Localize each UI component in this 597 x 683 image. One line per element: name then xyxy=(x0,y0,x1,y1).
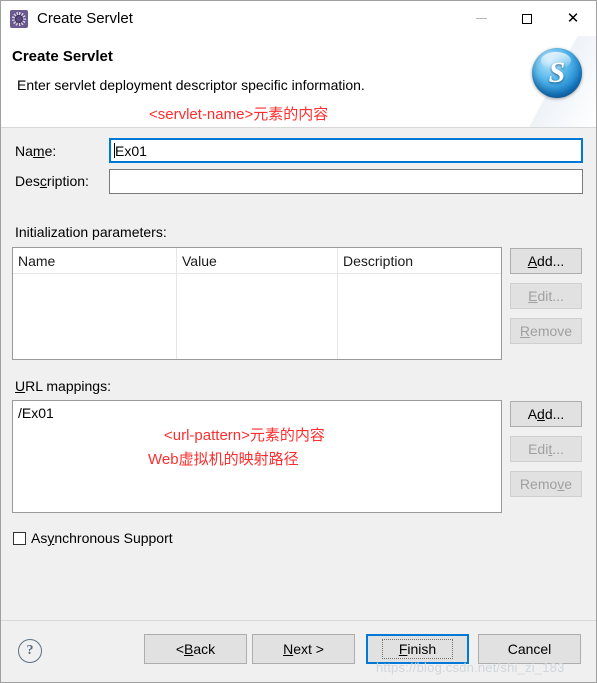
list-item[interactable]: /Ex01 xyxy=(13,401,501,421)
watermark: https://blog.csdn.net/shi_zi_183 xyxy=(376,660,565,675)
init-params-table-header: Name Value Description xyxy=(13,248,501,274)
init-params-table[interactable]: Name Value Description xyxy=(12,247,502,360)
init-params-add-button[interactable]: Add... xyxy=(510,248,582,274)
dialog-header: Create Servlet Enter servlet deployment … xyxy=(1,36,596,128)
url-mappings-add-button[interactable]: Ad d... xyxy=(510,401,582,427)
next-button[interactable]: Next > xyxy=(252,634,355,664)
finish-button-inner: Finish xyxy=(381,639,454,659)
async-support-checkbox-row[interactable]: Asynchronous Support xyxy=(13,530,173,546)
window-title: Create Servlet xyxy=(37,10,133,27)
create-servlet-dialog: Create Servlet ✕ Create Servlet Enter se… xyxy=(0,0,597,683)
window-controls: ✕ xyxy=(458,1,596,36)
column-header-description[interactable]: Description xyxy=(338,248,501,273)
minimize-button[interactable] xyxy=(458,1,504,36)
init-params-table-body xyxy=(13,274,501,359)
close-icon: ✕ xyxy=(566,9,580,27)
init-params-edit-button[interactable]: Edit... xyxy=(510,283,582,309)
async-support-checkbox[interactable] xyxy=(13,531,26,545)
minimize-icon xyxy=(475,18,487,19)
column-header-value[interactable]: Value xyxy=(177,248,337,273)
annotation-url-pattern: <url-pattern>元素的内容 xyxy=(164,427,325,444)
column-header-name[interactable]: Name xyxy=(13,248,176,273)
page-description: Enter servlet deployment descriptor spec… xyxy=(17,77,365,93)
async-support-label: Asynchronous Support xyxy=(31,530,173,546)
servlet-name-value: Ex01 xyxy=(115,142,147,159)
dialog-footer: ? < Back Next > Finish Cancel https://bl… xyxy=(1,620,596,682)
url-mappings-label: URL mappings: xyxy=(15,378,111,394)
init-params-remove-button[interactable]: Remove xyxy=(510,318,582,344)
page-title: Create Servlet xyxy=(12,48,113,65)
maximize-button[interactable] xyxy=(504,1,550,36)
help-icon[interactable]: ? xyxy=(18,639,42,663)
init-params-label: Initialization parameters: xyxy=(15,224,167,240)
url-mappings-edit-button[interactable]: Edi t... xyxy=(510,436,582,462)
table-column-description xyxy=(338,274,501,359)
gear-icon xyxy=(10,9,28,28)
close-button[interactable]: ✕ xyxy=(550,1,596,36)
name-label: Name: xyxy=(15,143,57,159)
servlet-logo-icon: S xyxy=(532,48,582,98)
logo-letter: S xyxy=(548,56,566,89)
url-mappings-remove-button[interactable]: Remo v e xyxy=(510,471,582,497)
maximize-icon xyxy=(522,13,532,24)
annotation-servlet-name: <servlet-name>元素的内容 xyxy=(149,106,329,123)
servlet-description-input[interactable] xyxy=(109,169,583,194)
description-label: Description: xyxy=(15,173,89,189)
banner-logo: S xyxy=(519,36,596,127)
table-column-value xyxy=(177,274,337,359)
title-bar: Create Servlet ✕ xyxy=(1,1,596,36)
init-params-label-text: Initialization parameters: xyxy=(15,224,167,240)
servlet-name-input[interactable]: Ex01 xyxy=(109,138,583,163)
dialog-body: Name: Ex01 Description: Initialization p… xyxy=(1,128,596,620)
table-column-name xyxy=(13,274,176,359)
annotation-mapping-path: Web虚拟机的映射路径 xyxy=(148,451,299,468)
back-button[interactable]: < Back xyxy=(144,634,247,664)
